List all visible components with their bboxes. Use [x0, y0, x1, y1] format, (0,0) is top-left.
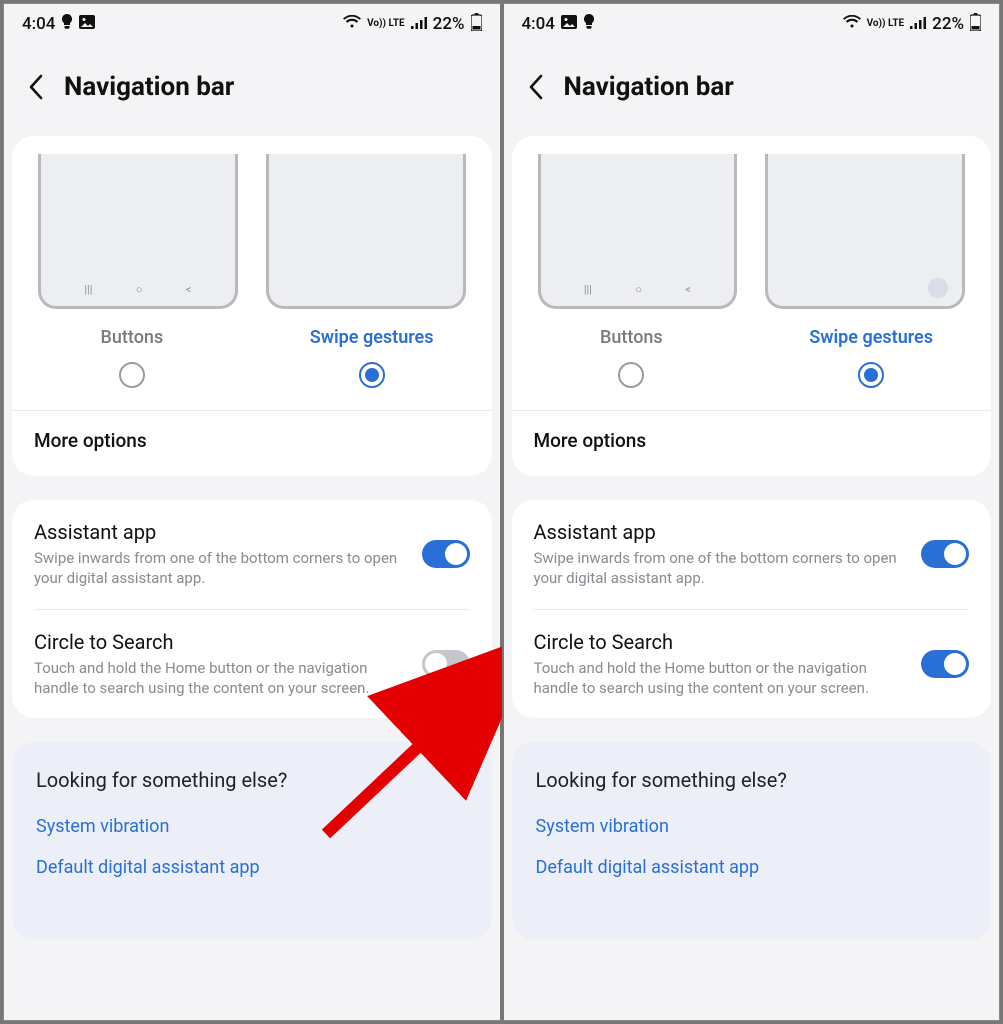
- radio-swipe[interactable]: [359, 362, 385, 388]
- back-button[interactable]: [22, 73, 50, 101]
- battery-icon: [970, 13, 981, 36]
- toggles-card: Assistant app Swipe inwards from one of …: [512, 500, 992, 718]
- assistant-row[interactable]: Assistant app Swipe inwards from one of …: [12, 500, 492, 609]
- lightbulb-icon: [61, 14, 73, 35]
- volte-icon: Vo)) LTE: [367, 19, 405, 29]
- circle-search-toggle[interactable]: [422, 650, 470, 678]
- screenshot-left: 4:04 Vo)) LTE 22%: [3, 3, 502, 1021]
- nav-type-card: ||| ○ < Buttons Swipe gestures: [512, 136, 992, 476]
- battery-text: 22%: [932, 14, 964, 34]
- status-time: 4:04: [522, 14, 555, 34]
- nav-option-buttons[interactable]: Buttons: [512, 327, 752, 402]
- radio-swipe[interactable]: [858, 362, 884, 388]
- preview-buttons: ||| ○ <: [38, 154, 238, 309]
- status-time: 4:04: [22, 14, 55, 34]
- assistant-toggle[interactable]: [921, 540, 969, 568]
- recent-icon: |||: [584, 283, 592, 296]
- home-icon: ○: [136, 283, 143, 296]
- more-options-row[interactable]: More options: [512, 410, 992, 476]
- signal-icon: [411, 14, 427, 34]
- nav-option-buttons[interactable]: Buttons: [12, 327, 252, 402]
- home-icon: ○: [635, 283, 642, 296]
- image-icon: [561, 14, 577, 34]
- volte-icon: Vo)) LTE: [867, 19, 905, 29]
- status-bar: 4:04 Vo)) LTE 22%: [504, 4, 1000, 44]
- screenshot-right: 4:04 Vo)) LTE 22%: [502, 3, 1001, 1021]
- recent-icon: |||: [84, 283, 92, 296]
- battery-text: 22%: [433, 14, 465, 34]
- status-bar: 4:04 Vo)) LTE 22%: [4, 4, 500, 44]
- back-nav-icon: <: [186, 283, 192, 296]
- battery-icon: [471, 13, 482, 36]
- radio-buttons[interactable]: [119, 362, 145, 388]
- preview-swipe: [765, 154, 965, 309]
- gesture-hint-icon: [928, 278, 948, 298]
- circle-search-toggle[interactable]: [921, 650, 969, 678]
- page-header: Navigation bar: [504, 44, 1000, 136]
- wifi-icon: [843, 14, 861, 34]
- nav-option-swipe[interactable]: Swipe gestures: [751, 327, 991, 402]
- related-links-card: Looking for something else? System vibra…: [512, 742, 992, 940]
- page-title: Navigation bar: [564, 72, 734, 102]
- lightbulb-icon: [583, 14, 595, 35]
- toggles-card: Assistant app Swipe inwards from one of …: [12, 500, 492, 718]
- circle-search-row[interactable]: Circle to Search Touch and hold the Home…: [512, 610, 992, 719]
- more-options-row[interactable]: More options: [12, 410, 492, 476]
- assistant-toggle[interactable]: [422, 540, 470, 568]
- related-links-card: Looking for something else? System vibra…: [12, 742, 492, 940]
- radio-buttons[interactable]: [618, 362, 644, 388]
- link-system-vibration[interactable]: System vibration: [36, 816, 468, 837]
- nav-type-card: ||| ○ < Buttons Swipe gestures: [12, 136, 492, 476]
- preview-swipe: [266, 154, 466, 309]
- nav-option-swipe[interactable]: Swipe gestures: [252, 327, 492, 402]
- wifi-icon: [343, 14, 361, 34]
- link-default-assistant[interactable]: Default digital assistant app: [36, 857, 468, 878]
- signal-icon: [910, 14, 926, 34]
- back-button[interactable]: [522, 73, 550, 101]
- link-system-vibration[interactable]: System vibration: [536, 816, 968, 837]
- page-header: Navigation bar: [4, 44, 500, 136]
- preview-buttons: ||| ○ <: [538, 154, 738, 309]
- assistant-row[interactable]: Assistant app Swipe inwards from one of …: [512, 500, 992, 609]
- page-title: Navigation bar: [64, 72, 234, 102]
- link-default-assistant[interactable]: Default digital assistant app: [536, 857, 968, 878]
- back-nav-icon: <: [685, 283, 691, 296]
- circle-search-row[interactable]: Circle to Search Touch and hold the Home…: [12, 610, 492, 719]
- image-icon: [79, 14, 95, 34]
